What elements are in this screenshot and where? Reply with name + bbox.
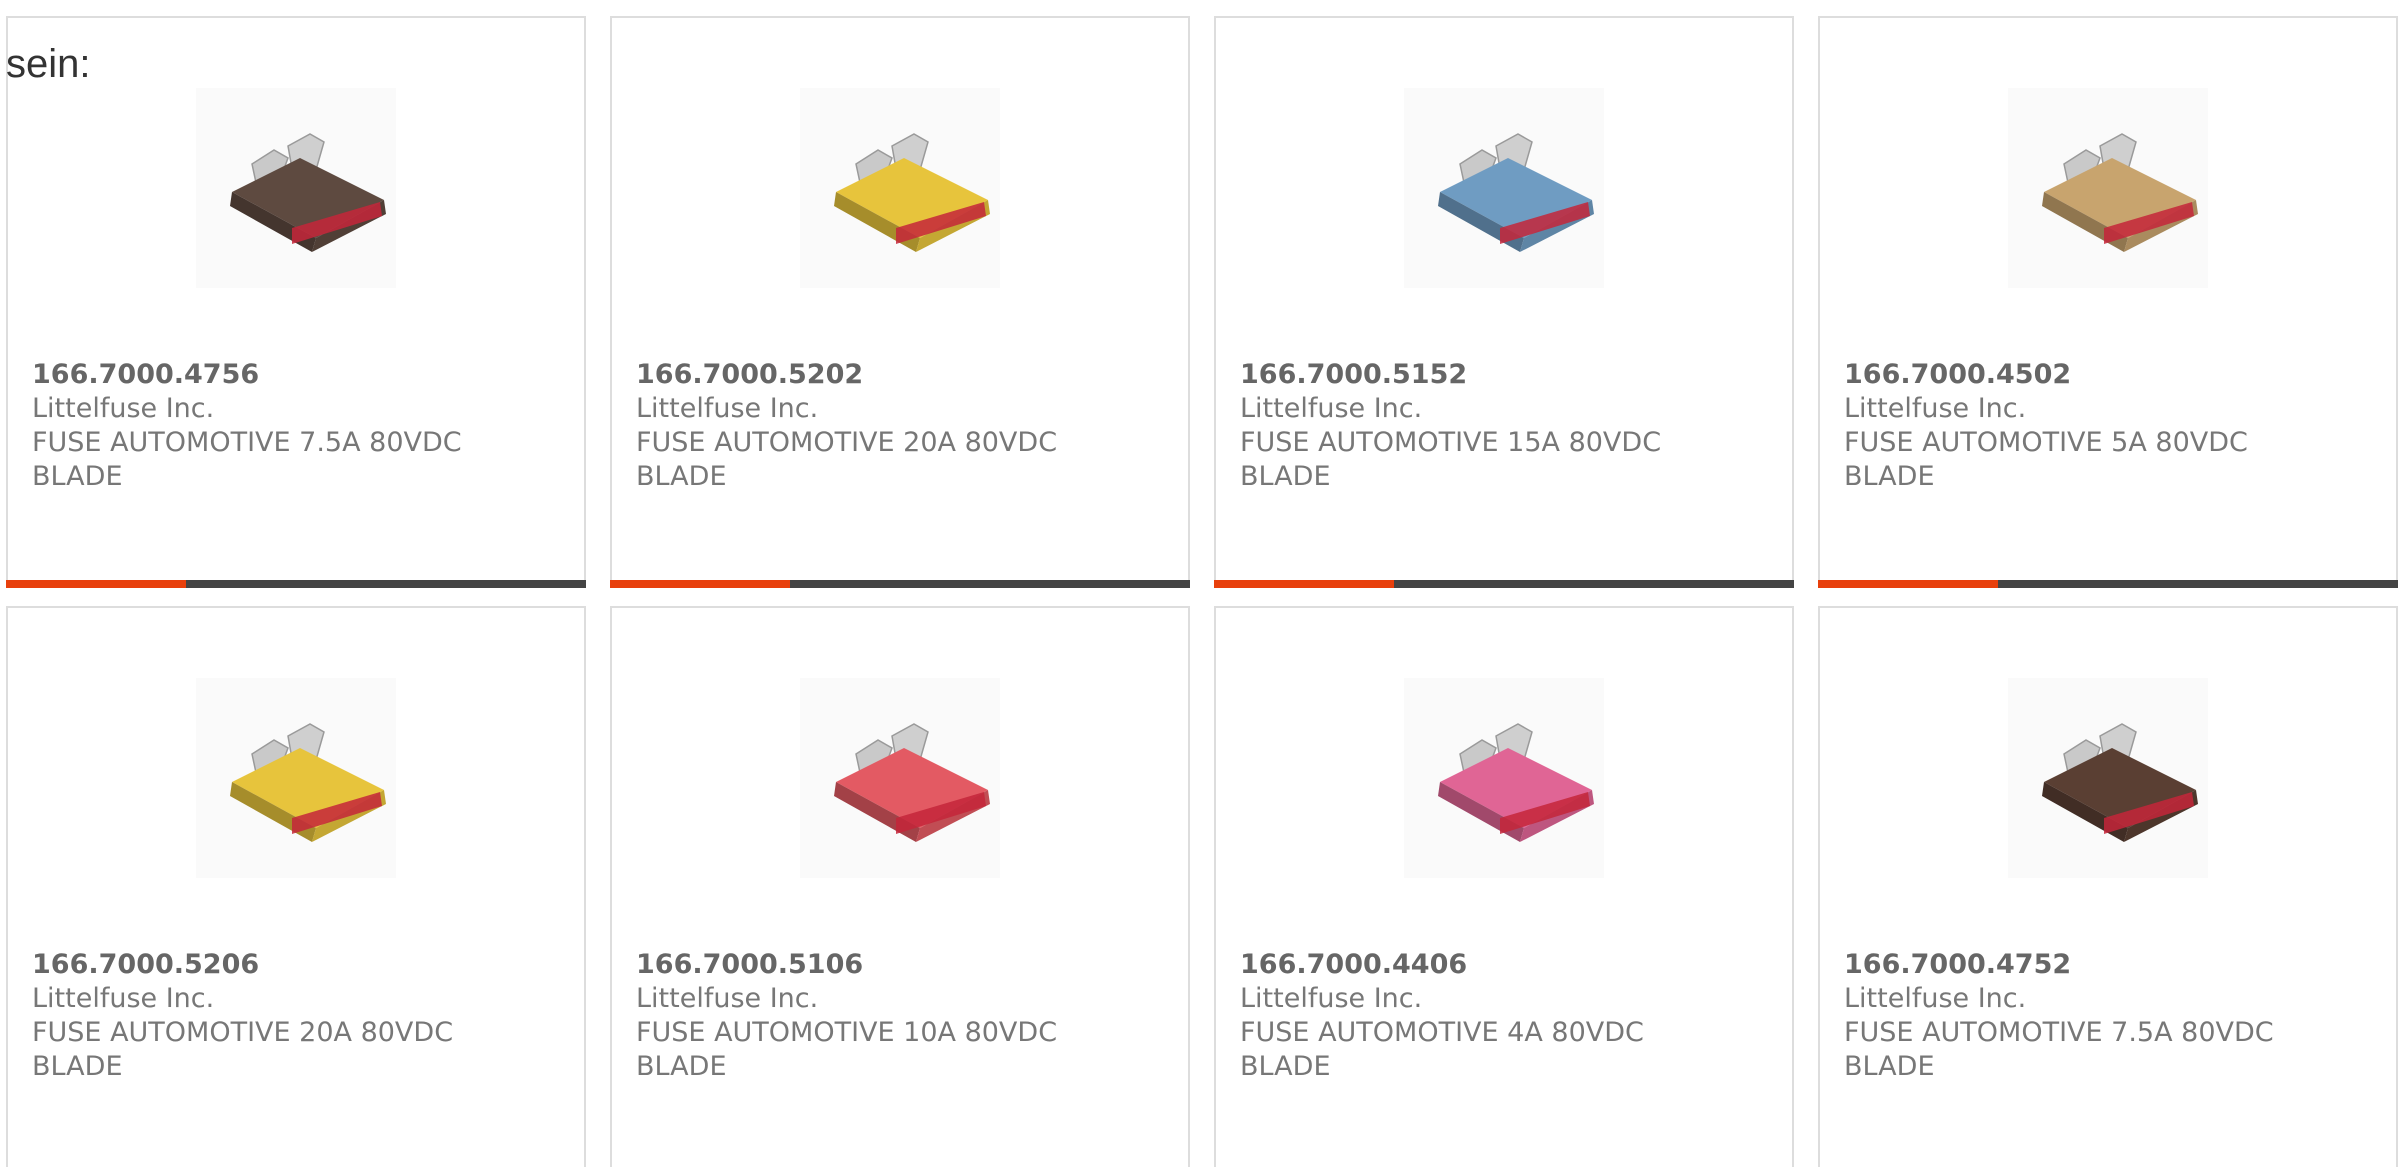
part-number[interactable]: 166.7000.4406 (1240, 948, 1760, 982)
description-continued: BLADE (636, 461, 727, 492)
product-info: 166.7000.5152 Littelfuse Inc. FUSE AUTOM… (1240, 358, 1760, 494)
description-continued: BLADE (32, 1051, 123, 1082)
product-card[interactable]: 166.7000.4756 Littelfuse Inc. FUSE AUTOM… (6, 16, 586, 588)
fuse-image[interactable] (2008, 678, 2208, 878)
description-continued: BLADE (1240, 1051, 1331, 1082)
fuse-image[interactable] (1404, 88, 1604, 288)
manufacturer: Littelfuse Inc. (636, 393, 819, 424)
description-continued: BLADE (1844, 1051, 1935, 1082)
product-card[interactable]: 166.7000.4406 Littelfuse Inc. FUSE AUTOM… (1214, 606, 1794, 1167)
part-number[interactable]: 166.7000.4752 (1844, 948, 2364, 982)
product-info: 166.7000.5106 Littelfuse Inc. FUSE AUTOM… (636, 948, 1156, 1084)
fuse-image[interactable] (800, 678, 1000, 878)
blade-fuse-icon (230, 133, 386, 252)
product-card[interactable]: 166.7000.5202 Littelfuse Inc. FUSE AUTOM… (610, 16, 1190, 588)
blade-fuse-icon (230, 723, 386, 842)
blade-fuse-icon (834, 723, 990, 842)
description-continued: BLADE (636, 1051, 727, 1082)
manufacturer: Littelfuse Inc. (636, 983, 819, 1014)
description-continued: BLADE (32, 461, 123, 492)
product-card[interactable]: 166.7000.5152 Littelfuse Inc. FUSE AUTOM… (1214, 16, 1794, 588)
part-number[interactable]: 166.7000.5152 (1240, 358, 1760, 392)
progress-bar-fill (1214, 580, 1394, 588)
description: FUSE AUTOMOTIVE 20A 80VDC (32, 1017, 454, 1048)
progress-bar (1214, 580, 1794, 588)
description: FUSE AUTOMOTIVE 20A 80VDC (636, 427, 1058, 458)
manufacturer: Littelfuse Inc. (32, 983, 215, 1014)
manufacturer: Littelfuse Inc. (1240, 983, 1423, 1014)
manufacturer: Littelfuse Inc. (1844, 983, 2027, 1014)
progress-bar (1818, 580, 2398, 588)
description: FUSE AUTOMOTIVE 4A 80VDC (1240, 1017, 1644, 1048)
fuse-image[interactable] (800, 88, 1000, 288)
part-number[interactable]: 166.7000.4502 (1844, 358, 2364, 392)
fuse-image[interactable] (196, 88, 396, 288)
manufacturer: Littelfuse Inc. (1844, 393, 2027, 424)
product-card[interactable]: 166.7000.5106 Littelfuse Inc. FUSE AUTOM… (610, 606, 1190, 1167)
blade-fuse-icon (1438, 133, 1594, 252)
manufacturer: Littelfuse Inc. (32, 393, 215, 424)
product-card[interactable]: 166.7000.5206 Littelfuse Inc. FUSE AUTOM… (6, 606, 586, 1167)
product-info: 166.7000.4406 Littelfuse Inc. FUSE AUTOM… (1240, 948, 1760, 1084)
description: FUSE AUTOMOTIVE 5A 80VDC (1844, 427, 2248, 458)
product-card[interactable]: 166.7000.4752 Littelfuse Inc. FUSE AUTOM… (1818, 606, 2398, 1167)
fuse-image[interactable] (196, 678, 396, 878)
product-info: 166.7000.4756 Littelfuse Inc. FUSE AUTOM… (32, 358, 552, 494)
product-info: 166.7000.5202 Littelfuse Inc. FUSE AUTOM… (636, 358, 1156, 494)
blade-fuse-icon (1438, 723, 1594, 842)
fuse-image[interactable] (2008, 88, 2208, 288)
product-card[interactable]: 166.7000.4502 Littelfuse Inc. FUSE AUTOM… (1818, 16, 2398, 588)
part-number[interactable]: 166.7000.5206 (32, 948, 552, 982)
product-results-page: sein: 166.7000.4756 Littelfuse Inc. FUSE… (0, 0, 2400, 1167)
part-number[interactable]: 166.7000.4756 (32, 358, 552, 392)
description-continued: BLADE (1240, 461, 1331, 492)
progress-bar-fill (1818, 580, 1998, 588)
manufacturer: Littelfuse Inc. (1240, 393, 1423, 424)
progress-bar (6, 580, 586, 588)
product-grid: 166.7000.4756 Littelfuse Inc. FUSE AUTOM… (6, 16, 2398, 1167)
description: FUSE AUTOMOTIVE 7.5A 80VDC (1844, 1017, 2274, 1048)
description-continued: BLADE (1844, 461, 1935, 492)
product-info: 166.7000.5206 Littelfuse Inc. FUSE AUTOM… (32, 948, 552, 1084)
progress-bar-fill (610, 580, 790, 588)
blade-fuse-icon (2042, 133, 2198, 252)
description: FUSE AUTOMOTIVE 7.5A 80VDC (32, 427, 462, 458)
progress-bar (610, 580, 1190, 588)
blade-fuse-icon (834, 133, 990, 252)
part-number[interactable]: 166.7000.5106 (636, 948, 1156, 982)
product-info: 166.7000.4752 Littelfuse Inc. FUSE AUTOM… (1844, 948, 2364, 1084)
description: FUSE AUTOMOTIVE 15A 80VDC (1240, 427, 1662, 458)
part-number[interactable]: 166.7000.5202 (636, 358, 1156, 392)
fuse-image[interactable] (1404, 678, 1604, 878)
product-info: 166.7000.4502 Littelfuse Inc. FUSE AUTOM… (1844, 358, 2364, 494)
blade-fuse-icon (2042, 723, 2198, 842)
intro-text: sein: (6, 42, 91, 86)
description: FUSE AUTOMOTIVE 10A 80VDC (636, 1017, 1058, 1048)
progress-bar-fill (6, 580, 186, 588)
